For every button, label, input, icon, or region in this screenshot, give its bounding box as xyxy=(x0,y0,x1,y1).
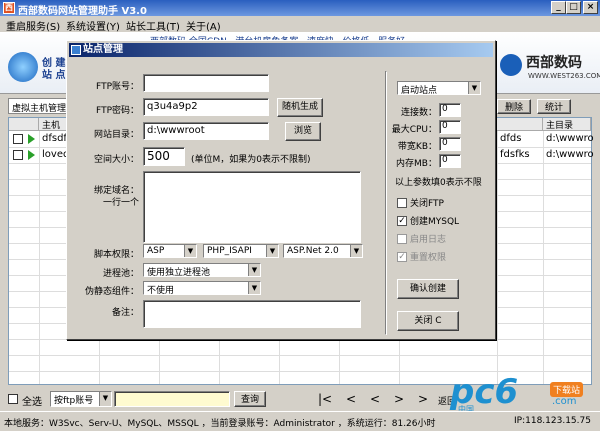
menu-tools[interactable]: 站长工具(T) xyxy=(126,18,180,33)
conn-label: 连接数： xyxy=(400,108,437,118)
col-dir[interactable]: 主目录 xyxy=(543,118,591,131)
watermark-domain: .com xyxy=(552,396,577,407)
php-select[interactable]: PHP_ISAPI ▼ xyxy=(203,244,279,258)
reset-perm-checkbox[interactable]: ✓ 重置权限 xyxy=(397,250,446,263)
bandwidth-label: 带宽KB： xyxy=(397,142,437,152)
space-size-label: 空间大小： xyxy=(93,155,139,165)
menu-about[interactable]: 关于(A) xyxy=(186,18,221,33)
memory-input[interactable]: 0 xyxy=(439,154,461,168)
row-checkbox[interactable] xyxy=(13,150,23,160)
chevron-down-icon: ▼ xyxy=(468,82,480,94)
site-manager-dialog: 站点管理 FTP账号： FTP密码： q3u4a9p2 随机生成 网站目录： d… xyxy=(66,40,496,340)
chevron-down-icon: ▼ xyxy=(248,264,260,276)
next-button[interactable]: > xyxy=(394,392,404,406)
app-icon: 西 xyxy=(3,2,15,14)
rewrite-select[interactable]: 不使用 ▼ xyxy=(143,281,261,295)
stats-button[interactable]: 统计 xyxy=(537,99,571,114)
chevron-down-icon: ▼ xyxy=(184,245,196,257)
create-mysql-checkbox[interactable]: ✓ 创建MYSQL xyxy=(397,214,459,227)
site-dir-input[interactable]: d:\wwwroot xyxy=(143,122,269,140)
menu-restart-service[interactable]: 重启服务(S) xyxy=(6,18,60,33)
domain-hint: 一行一个 xyxy=(102,198,139,208)
play-icon xyxy=(28,150,35,160)
close-ftp-checkbox[interactable]: 关闭FTP xyxy=(397,196,444,209)
chevron-down-icon: ▼ xyxy=(350,245,362,257)
start-site-select[interactable]: 启动站点 ▼ xyxy=(397,81,481,95)
cpu-input[interactable]: 0 xyxy=(439,120,461,134)
rewrite-label: 伪静态组件： xyxy=(84,287,139,297)
minimize-button[interactable]: _ xyxy=(551,1,566,14)
row-misc: dfds xyxy=(500,133,522,144)
row-misc: fdsfks xyxy=(500,149,530,160)
site-dir-label: 网站目录： xyxy=(93,130,139,140)
search-input[interactable] xyxy=(114,391,230,407)
logo-url: WWW.WEST263.COM xyxy=(528,72,600,80)
row-dir: d:\wwwro xyxy=(546,133,594,144)
status-ip: IP:118.123.15.75 xyxy=(514,416,591,426)
enable-log-checkbox[interactable]: 启用日志 xyxy=(397,232,446,245)
remark-input[interactable] xyxy=(143,300,361,328)
maximize-button[interactable]: □ xyxy=(566,1,581,14)
delete-button[interactable]: 删除 xyxy=(497,99,531,114)
next-page-button[interactable]: > xyxy=(418,392,428,406)
first-page-button[interactable]: |< xyxy=(318,392,332,406)
remark-label: 备注： xyxy=(111,308,139,318)
row-checkbox[interactable] xyxy=(13,134,23,144)
select-all-checkbox[interactable] xyxy=(8,394,18,404)
west-logo-icon xyxy=(500,54,522,76)
search-type-select[interactable]: 按ftp账号 ▼ xyxy=(50,391,112,407)
confirm-create-button[interactable]: 确认创建 xyxy=(397,279,459,299)
grid-column-line xyxy=(543,131,544,384)
script-perm-label: 脚本权限： xyxy=(93,250,139,260)
menu-settings[interactable]: 系统设置(Y) xyxy=(66,18,120,33)
chevron-down-icon: ▼ xyxy=(248,282,260,294)
col-check xyxy=(9,118,39,131)
status-text: 本地服务：W3Svc、Serv-U、MySQL、MSSQL ，当前登录账号：Ad… xyxy=(4,419,436,429)
status-bar: 本地服务：W3Svc、Serv-U、MySQL、MSSQL ，当前登录账号：Ad… xyxy=(0,411,600,431)
dialog-close-button[interactable]: 关闭 C xyxy=(397,311,459,331)
ftp-account-input[interactable] xyxy=(143,74,269,92)
banner-text-2: 站 点 xyxy=(42,70,66,81)
dialog-titlebar: 站点管理 xyxy=(69,43,493,57)
tab-virtual-host[interactable]: 虚拟主机管理 xyxy=(8,98,70,114)
app-pool-select[interactable]: 使用独立进程池 ▼ xyxy=(143,263,261,277)
ftp-account-label: FTP账号： xyxy=(96,82,139,92)
grid-column-line xyxy=(39,131,40,384)
limit-note: 以上参数填0表示不限 xyxy=(395,178,482,188)
aspnet-select[interactable]: ASP.Net 2.0 ▼ xyxy=(283,244,363,258)
grid-line xyxy=(9,355,591,356)
ftp-password-input[interactable]: q3u4a9p2 xyxy=(143,98,269,116)
search-button[interactable]: 查询 xyxy=(234,391,266,407)
globe-icon xyxy=(8,52,38,82)
conn-input[interactable]: 0 xyxy=(439,103,461,117)
prev-page-button[interactable]: < xyxy=(346,392,356,406)
asp-select[interactable]: ASP ▼ xyxy=(143,244,197,258)
dialog-icon xyxy=(71,45,81,55)
app-pool-label: 进程池： xyxy=(102,269,139,279)
ftp-password-label: FTP密码： xyxy=(96,106,139,116)
select-all-label: 全选 xyxy=(22,397,42,408)
window-titlebar: 西 西部数码网站管理助手 V3.0 _ □ × xyxy=(0,0,600,17)
domain-textarea[interactable] xyxy=(143,171,361,243)
play-icon xyxy=(28,134,35,144)
cpu-label: 最大CPU： xyxy=(391,125,437,135)
space-size-note: (单位M，如果为0表示不限制) xyxy=(191,155,311,165)
col-misc[interactable] xyxy=(497,118,543,131)
logo-text: 西部数码 xyxy=(526,55,582,71)
browse-button[interactable]: 浏览 xyxy=(285,122,321,141)
space-size-input[interactable]: 500 xyxy=(143,147,185,166)
memory-label: 内存MB： xyxy=(396,159,437,169)
bandwidth-input[interactable]: 0 xyxy=(439,137,461,151)
close-button[interactable]: × xyxy=(583,1,598,14)
menu-bar: 重启服务(S) 系统设置(Y) 站长工具(T) 关于(A) xyxy=(0,16,600,33)
prev-button[interactable]: < xyxy=(370,392,380,406)
random-generate-button[interactable]: 随机生成 xyxy=(277,98,323,117)
watermark-dl: 下载站 xyxy=(550,382,584,397)
chevron-down-icon: ▼ xyxy=(99,392,111,406)
row-dir: d:\wwwro xyxy=(546,149,594,160)
chevron-down-icon: ▼ xyxy=(266,245,278,257)
window-title: 西部数码网站管理助手 V3.0 xyxy=(18,6,147,17)
grid-column-line xyxy=(497,131,498,384)
